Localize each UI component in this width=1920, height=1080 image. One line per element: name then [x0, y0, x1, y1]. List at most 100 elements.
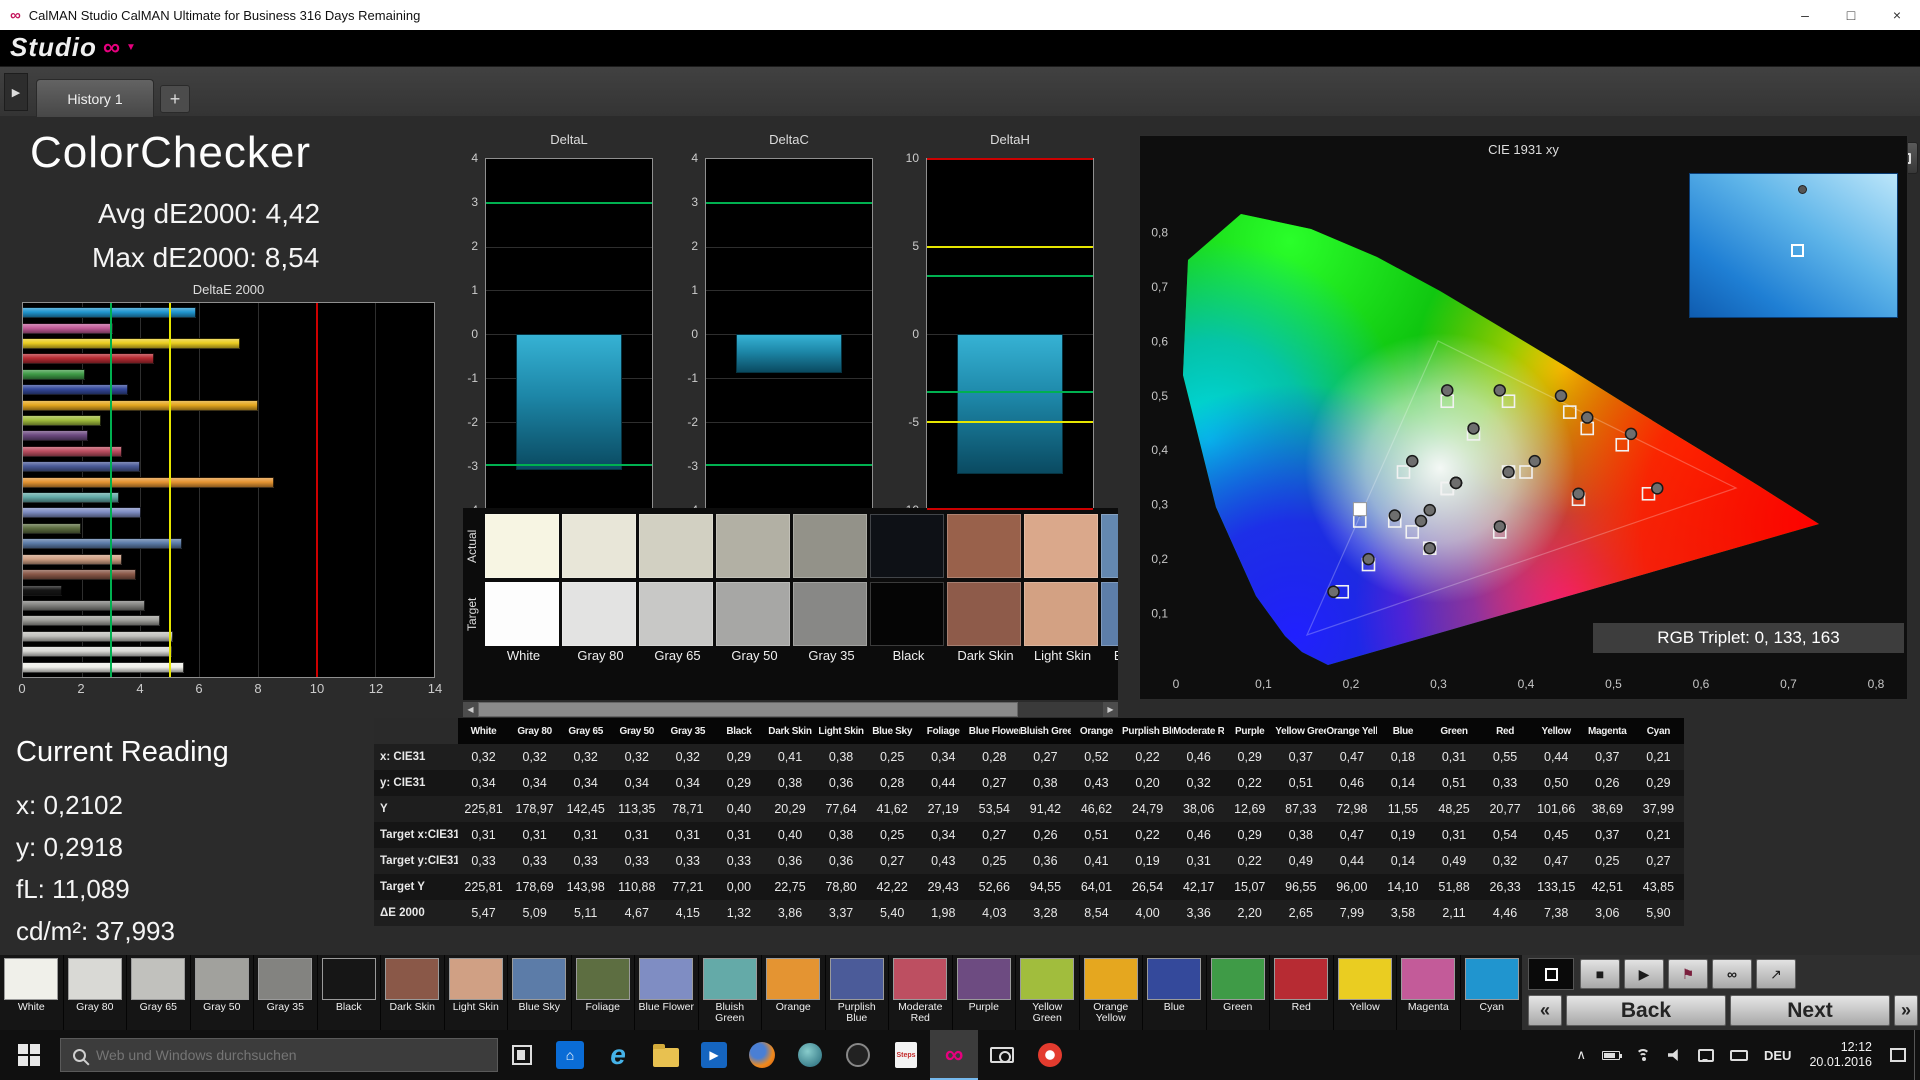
patch-gray-65[interactable]: Gray 65: [127, 955, 191, 1030]
patch-strip: White Gray 80 Gray 65 Gray 50 Gray 35 Black Da…: [0, 955, 1524, 1030]
scrollbar-thumb[interactable]: [478, 702, 1018, 717]
taskbar-media[interactable]: ▶: [690, 1030, 738, 1080]
table-cell: 2,65: [1275, 900, 1327, 926]
minimize-button[interactable]: –: [1782, 0, 1828, 30]
battery-indicator[interactable]: [1601, 1050, 1622, 1060]
patch-label: Dark Skin: [389, 1001, 435, 1013]
show-desktop-button[interactable]: [1914, 1030, 1920, 1080]
taskbar-camera[interactable]: [978, 1030, 1026, 1080]
table-cell: 0,21: [1632, 744, 1684, 770]
task-view-button[interactable]: [498, 1030, 546, 1080]
maximize-button[interactable]: □: [1828, 0, 1874, 30]
patch-bluish-green[interactable]: Bluish Green: [699, 955, 762, 1030]
messaging-indicator[interactable]: [1697, 1048, 1714, 1062]
column-header-blue-flower: Blue Flower: [968, 718, 1020, 744]
table-cell: 0,29: [1224, 744, 1276, 770]
svg-text:0,1: 0,1: [1151, 607, 1168, 621]
network-indicator[interactable]: [1635, 1048, 1652, 1062]
patch-orange-yellow[interactable]: Orange Yellow: [1080, 955, 1143, 1030]
scroll-right-button[interactable]: ▶: [1103, 702, 1118, 717]
pattern-window-button[interactable]: [1528, 958, 1574, 990]
panel-expander-button[interactable]: ▶: [4, 73, 28, 111]
taskbar-edge[interactable]: e: [594, 1030, 642, 1080]
patch-light-skin[interactable]: Light Skin: [445, 955, 508, 1030]
patch-yellow[interactable]: Yellow: [1334, 955, 1397, 1030]
patch-yellow-green[interactable]: Yellow Green: [1016, 955, 1080, 1030]
deltae-bar-black: [23, 584, 62, 596]
table-cell: 22,75: [764, 874, 816, 900]
patch-blue-sky[interactable]: Blue Sky: [508, 955, 572, 1030]
table-cell: 5,11: [560, 900, 612, 926]
scrollbar-track[interactable]: [1018, 702, 1103, 717]
external-window-button[interactable]: ↗: [1756, 959, 1796, 989]
taskbar-store[interactable]: ⌂: [546, 1030, 594, 1080]
table-cell: 72,98: [1326, 796, 1378, 822]
table-cell: 0,38: [1019, 770, 1071, 796]
stop-button[interactable]: ■: [1580, 959, 1620, 989]
last-page-button[interactable]: »: [1894, 995, 1918, 1026]
tab-history-1[interactable]: History 1: [36, 79, 154, 117]
table-cell: 3,37: [815, 900, 867, 926]
chevron-down-icon[interactable]: ▼: [126, 42, 136, 53]
patch-magenta[interactable]: Magenta: [1397, 955, 1461, 1030]
patch-blue[interactable]: Blue: [1143, 955, 1207, 1030]
deltae-bar-white: [23, 661, 184, 673]
flag-button[interactable]: ⚑: [1668, 959, 1708, 989]
taskbar-firefox[interactable]: [738, 1030, 786, 1080]
patch-cyan[interactable]: Cyan: [1461, 955, 1524, 1030]
table-cell: 3,36: [1173, 900, 1225, 926]
swatch-scrollbar[interactable]: ◀ ▶: [463, 702, 1118, 717]
measured-point: [1651, 482, 1664, 495]
patch-black[interactable]: Black: [318, 955, 381, 1030]
start-button[interactable]: [0, 1030, 58, 1080]
table-cell: 20,29: [764, 796, 816, 822]
right-arrow-icon: ▶: [1107, 705, 1114, 714]
external-link-icon: ↗: [1770, 965, 1782, 982]
back-button[interactable]: Back: [1566, 995, 1726, 1026]
action-center-button[interactable]: [1890, 1048, 1906, 1062]
taskbar-browser[interactable]: [1026, 1030, 1074, 1080]
next-button[interactable]: Next: [1730, 995, 1890, 1026]
patch-swatch: [1464, 958, 1519, 1000]
patch-foliage[interactable]: Foliage: [572, 955, 635, 1030]
patch-purple[interactable]: Purple: [953, 955, 1016, 1030]
patch-moderate-red[interactable]: Moderate Red: [889, 955, 953, 1030]
taskbar-app-globe[interactable]: [786, 1030, 834, 1080]
measured-point: [1388, 509, 1401, 522]
patch-gray-80[interactable]: Gray 80: [64, 955, 127, 1030]
patch-gray-35[interactable]: Gray 35: [254, 955, 318, 1030]
play-button[interactable]: ▶: [1624, 959, 1664, 989]
scroll-left-button[interactable]: ◀: [463, 702, 478, 717]
table-cell: 0,32: [1479, 848, 1531, 874]
measured-point: [1624, 427, 1638, 441]
patch-blue-flower[interactable]: Blue Flower: [635, 955, 699, 1030]
studio-logo[interactable]: Studio ∞ ▼: [10, 32, 136, 63]
taskbar-steps-recorder[interactable]: Steps: [882, 1030, 930, 1080]
close-button[interactable]: ×: [1874, 0, 1920, 30]
patch-white[interactable]: White: [0, 955, 64, 1030]
language-indicator[interactable]: DEU: [1764, 1048, 1791, 1063]
patch-purplish-blue[interactable]: Purplish Blue: [826, 955, 889, 1030]
volume-indicator[interactable]: [1667, 1049, 1682, 1061]
touch-keyboard-button[interactable]: [1729, 1049, 1748, 1061]
patch-green[interactable]: Green: [1207, 955, 1270, 1030]
deltac-plot-area: [705, 158, 873, 510]
table-cell: 0,36: [1019, 848, 1071, 874]
taskbar-calman-active[interactable]: ∞: [930, 1030, 978, 1080]
taskbar-clock[interactable]: 12:12 20.01.2016: [1809, 1040, 1872, 1070]
taskbar-app-dark[interactable]: [834, 1030, 882, 1080]
column-header-purplish-blue: Purplish Blue: [1122, 718, 1174, 744]
first-page-button[interactable]: «: [1528, 995, 1562, 1026]
patch-red[interactable]: Red: [1270, 955, 1334, 1030]
search-input[interactable]: [96, 1047, 476, 1063]
chart-title: DeltaL: [550, 132, 588, 147]
pattern-window-icon: [1544, 967, 1558, 981]
patch-orange[interactable]: Orange: [762, 955, 826, 1030]
tray-expand-button[interactable]: ∧: [1576, 1047, 1586, 1063]
patch-gray-50[interactable]: Gray 50: [191, 955, 254, 1030]
taskbar-search[interactable]: [60, 1038, 498, 1072]
taskbar-explorer[interactable]: [642, 1030, 690, 1080]
add-tab-button[interactable]: +: [160, 85, 190, 113]
patch-dark-skin[interactable]: Dark Skin: [381, 955, 445, 1030]
continuous-measure-button[interactable]: ∞: [1712, 959, 1752, 989]
